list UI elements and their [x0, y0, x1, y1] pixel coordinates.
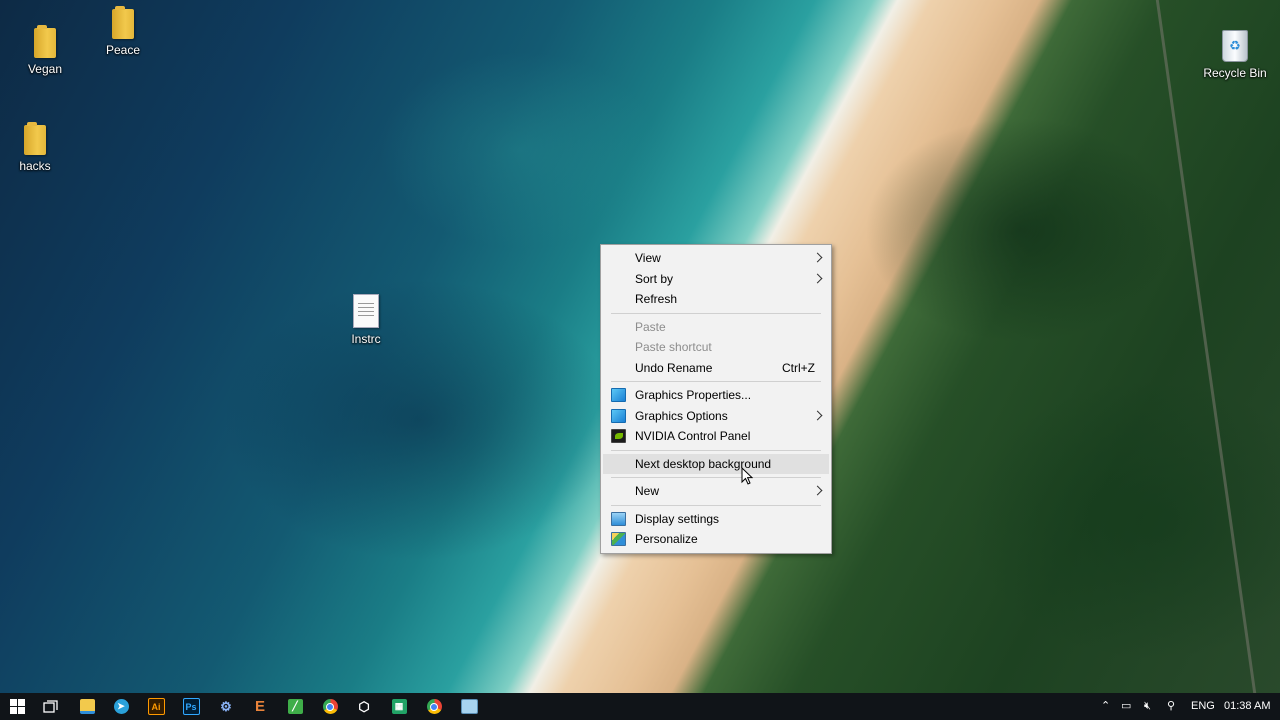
- desktop-icon-peace[interactable]: Peace: [88, 6, 158, 57]
- green-app-icon: ╱: [287, 699, 303, 714]
- chevron-right-icon: [812, 273, 823, 283]
- desktop-icon-label: hacks: [19, 159, 51, 173]
- menu-item-view[interactable]: View: [603, 248, 829, 269]
- language-indicator[interactable]: ENG: [1191, 693, 1215, 720]
- menu-item-undo-rename[interactable]: Undo Rename Ctrl+Z: [603, 358, 829, 379]
- taskbar: ➤ Ai Ps ⚙ E ╱ ⬡ ▦ ⌃ ▭ 🔇︎ ⚲ ENG 01:38 AM: [0, 693, 1280, 720]
- task-view-icon: [43, 699, 58, 713]
- chrome-icon: [426, 699, 442, 714]
- menu-item-personalize[interactable]: Personalize: [603, 529, 829, 550]
- folder-icon: [112, 6, 134, 39]
- menu-item-graphics-properties[interactable]: Graphics Properties...: [603, 385, 829, 406]
- cube-icon: ⬡: [358, 698, 370, 714]
- taskbar-network-app[interactable]: ⚙: [209, 693, 243, 720]
- taskbar-chrome-2[interactable]: [417, 693, 451, 720]
- battery-icon[interactable]: ▭: [1121, 693, 1131, 720]
- telegram-icon: ➤: [113, 699, 129, 714]
- taskbar-sheet-app[interactable]: ▦: [382, 693, 416, 720]
- desktop-icon-vegan[interactable]: Vegan: [10, 25, 80, 76]
- desktop-icon-hacks[interactable]: hacks: [0, 122, 70, 173]
- folder-icon: [34, 25, 56, 58]
- desktop-context-menu: View Sort by Refresh Paste Paste shortcu…: [600, 244, 832, 554]
- desktop-icon-label: Vegan: [27, 62, 63, 76]
- menu-item-label: View: [635, 251, 661, 265]
- menu-item-label: Graphics Options: [635, 408, 728, 423]
- e-icon: E: [254, 698, 265, 715]
- menu-item-label: Refresh: [635, 292, 678, 306]
- taskbar-telegram[interactable]: ➤: [104, 693, 138, 720]
- menu-item-label: Sort by: [635, 271, 674, 286]
- menu-item-paste-shortcut: Paste shortcut: [603, 337, 829, 358]
- intel-graphics-icon: [611, 408, 626, 423]
- taskbar-illustrator[interactable]: Ai: [139, 693, 173, 720]
- menu-item-label: New: [635, 484, 660, 498]
- menu-item-display-settings[interactable]: Display settings: [603, 509, 829, 530]
- taskbar-file-explorer[interactable]: [70, 693, 104, 720]
- menu-item-label: Graphics Properties...: [635, 388, 752, 402]
- menu-item-label: NVIDIA Control Panel: [635, 429, 751, 443]
- network-tray-icon[interactable]: ⚲: [1167, 693, 1175, 720]
- mouse-cursor-icon: [741, 467, 753, 485]
- menu-separator: [611, 449, 821, 451]
- desktop-icon-recycle-bin[interactable]: Recycle Bin: [1200, 30, 1270, 80]
- menu-item-refresh[interactable]: Refresh: [603, 289, 829, 310]
- illustrator-icon: Ai: [147, 698, 165, 715]
- menu-separator: [611, 381, 821, 382]
- menu-separator: [611, 312, 821, 314]
- chevron-right-icon: [812, 485, 823, 496]
- menu-item-sort-by[interactable]: Sort by: [603, 269, 829, 290]
- menu-item-shortcut: Ctrl+Z: [782, 360, 815, 375]
- task-view-button[interactable]: [34, 693, 68, 720]
- photoshop-icon: Ps: [182, 698, 200, 715]
- display-icon: [611, 511, 626, 526]
- menu-separator: [611, 504, 821, 506]
- menu-item-label: Undo Rename: [635, 360, 713, 375]
- taskbar-photoshop[interactable]: Ps: [174, 693, 208, 720]
- desktop-icon-label: Recycle Bin: [1203, 66, 1267, 80]
- text-file-icon: [353, 294, 379, 328]
- taskbar-box-app[interactable]: ⬡: [347, 693, 381, 720]
- menu-item-label: Paste shortcut: [635, 340, 712, 354]
- menu-item-paste: Paste: [603, 317, 829, 338]
- taskbar-notepad[interactable]: [452, 693, 486, 720]
- volume-muted-icon[interactable]: 🔇︎: [1144, 693, 1151, 720]
- desktop-icon-label: Instrc: [351, 332, 381, 346]
- menu-separator: [611, 477, 821, 478]
- personalize-icon: [611, 532, 626, 546]
- taskbar-e-app[interactable]: E: [243, 693, 277, 720]
- folder-icon: [79, 699, 95, 714]
- chevron-right-icon: [812, 410, 823, 420]
- show-hidden-icons-chevron-up-icon[interactable]: ⌃: [1101, 693, 1110, 720]
- windows-logo-icon: [9, 699, 25, 714]
- chrome-icon: [322, 699, 338, 714]
- menu-item-graphics-options[interactable]: Graphics Options: [603, 406, 829, 427]
- clock[interactable]: 01:38 AM: [1224, 693, 1270, 720]
- nvidia-icon: [611, 429, 626, 443]
- taskbar-chrome[interactable]: [313, 693, 347, 720]
- folder-icon: [24, 122, 46, 155]
- menu-item-next-desktop-background[interactable]: Next desktop background: [603, 453, 829, 474]
- chevron-right-icon: [812, 252, 823, 263]
- menu-item-label: Paste: [635, 319, 666, 334]
- taskbar-green-app[interactable]: ╱: [278, 693, 312, 720]
- menu-item-nvidia-control-panel[interactable]: NVIDIA Control Panel: [603, 426, 829, 447]
- menu-item-new[interactable]: New: [603, 481, 829, 502]
- sheet-icon: ▦: [391, 699, 407, 714]
- menu-item-label: Display settings: [635, 511, 720, 526]
- notepad-icon: [460, 699, 478, 714]
- intel-graphics-icon: [611, 388, 626, 402]
- desktop-icon-instrc[interactable]: Instrc: [331, 294, 401, 346]
- network-icon: ⚙: [220, 698, 232, 714]
- recycle-bin-icon: [1222, 30, 1248, 62]
- menu-item-label: Personalize: [635, 532, 698, 546]
- start-button[interactable]: [0, 693, 34, 720]
- desktop-icon-label: Peace: [105, 43, 141, 57]
